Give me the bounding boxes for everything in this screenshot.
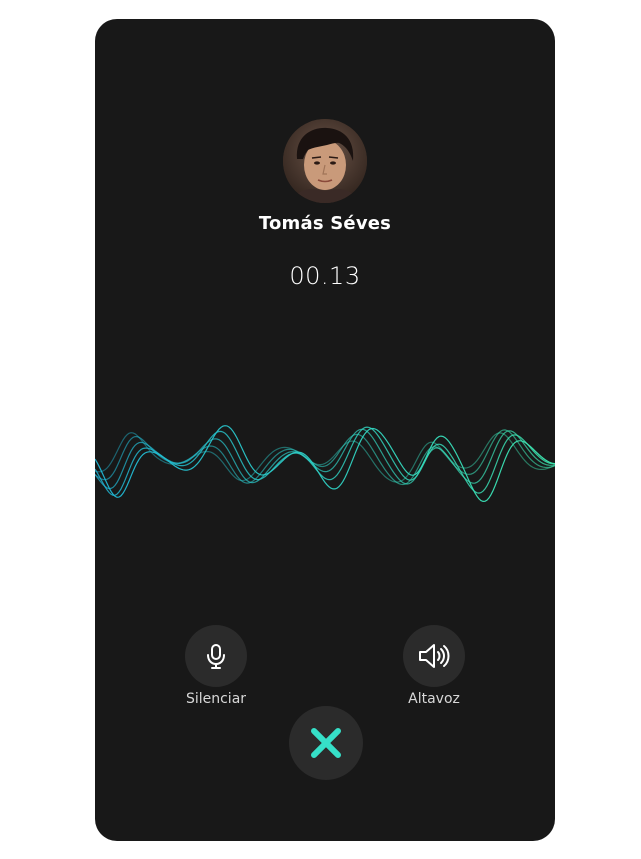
- close-icon: [311, 728, 341, 758]
- speaker-icon: [419, 644, 450, 668]
- call-screen: Tomás Séves 00.13 Silenciar Altavoz: [95, 19, 555, 841]
- call-timer: 00.13: [289, 262, 361, 290]
- waveform-line: [95, 426, 555, 496]
- hangup-button[interactable]: [289, 706, 363, 780]
- mute-label: Silenciar: [185, 691, 247, 707]
- speaker-label: Altavoz: [408, 691, 460, 707]
- mute-button[interactable]: [185, 625, 247, 687]
- audio-waveform: [95, 425, 555, 503]
- microphone-icon: [207, 644, 225, 669]
- caller-avatar: [283, 119, 367, 203]
- caller-name: Tomás Séves: [258, 213, 392, 234]
- speaker-button[interactable]: [403, 625, 465, 687]
